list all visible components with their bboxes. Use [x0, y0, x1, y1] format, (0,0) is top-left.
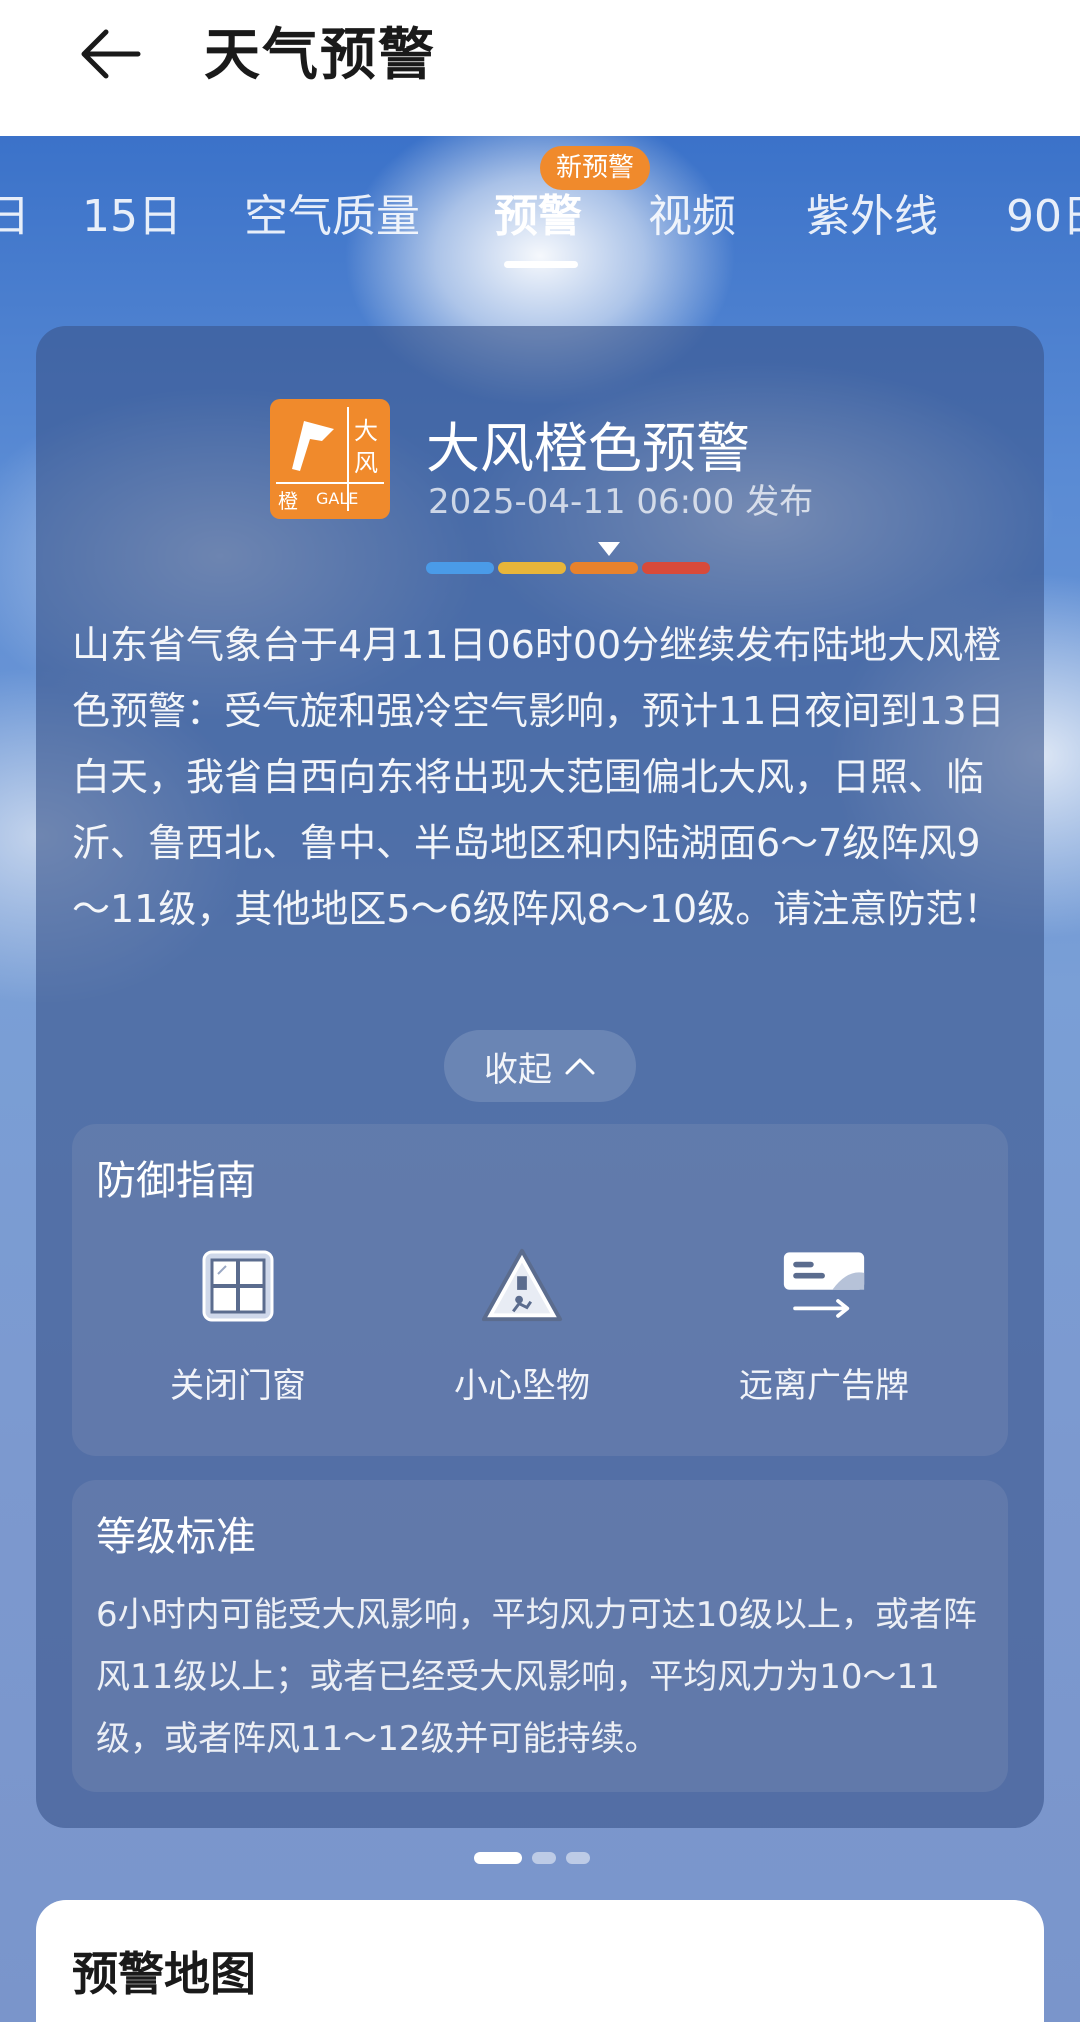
icon-char-feng: 风 [354, 449, 378, 477]
warning-description: 山东省气象台于4月11日06时00分继续发布陆地大风橙色预警：受气旋和强冷空气影… [72, 623, 1005, 931]
tab-15-day[interactable]: 15日 [82, 180, 182, 244]
tab-uv[interactable]: 紫外线 [806, 180, 938, 244]
icon-char-da: 大 [354, 417, 378, 445]
guide-label-falling-object: 小心坠物 [454, 1366, 590, 1406]
icon-char-cheng: 橙 [278, 489, 298, 513]
back-button[interactable] [70, 14, 150, 94]
page-title: 天气预警 [204, 23, 436, 88]
guide-label-close-window: 关闭门窗 [170, 1366, 306, 1406]
guide-item-close-window[interactable]: 关闭门窗 [118, 1244, 358, 1407]
pager-dots [474, 1852, 590, 1864]
close-window-icon [196, 1244, 280, 1328]
active-tab-indicator [504, 261, 578, 268]
chevron-up-icon [565, 1058, 595, 1075]
falling-object-icon [480, 1244, 564, 1328]
level-orange [570, 562, 638, 574]
tab-day[interactable]: 日 [0, 180, 30, 244]
icon-gale-text: GALE [316, 489, 359, 508]
warning-title: 大风橙色预警 [426, 417, 750, 480]
warning-level-bar [426, 562, 710, 574]
tab-video[interactable]: 视频 [648, 180, 736, 244]
collapse-label: 收起 [484, 1049, 552, 1090]
level-standard-text: 6小时内可能受大风影响，平均风力可达10级以上，或者阵风11级以上；或者已经受大… [96, 1595, 977, 1759]
tab-air-quality[interactable]: 空气质量 [244, 180, 420, 244]
tab-90-day[interactable]: 90日 [1006, 180, 1080, 244]
level-yellow [498, 562, 566, 574]
warning-publish-time: 2025-04-11 06:00 发布 [428, 482, 814, 522]
gale-orange-warning-icon: 大 风 橙 GALE [270, 399, 390, 519]
guide-item-billboard[interactable]: 远离广告牌 [704, 1244, 944, 1407]
guide-label-billboard: 远离广告牌 [739, 1366, 909, 1406]
level-marker-icon [598, 542, 620, 556]
arrow-left-icon [81, 29, 141, 79]
level-standard-title: 等级标准 [96, 1514, 256, 1560]
level-blue [426, 562, 494, 574]
billboard-icon [782, 1244, 866, 1328]
pager-dot[interactable] [474, 1852, 522, 1864]
collapse-button[interactable]: 收起 [444, 1030, 636, 1102]
defense-guide-title: 防御指南 [96, 1158, 256, 1204]
warning-map-card: 预警地图 [36, 1900, 1044, 2022]
guide-item-falling-object[interactable]: 小心坠物 [402, 1244, 642, 1407]
new-warning-badge: 新预警 [540, 146, 651, 190]
pager-dot[interactable] [532, 1852, 556, 1864]
pager-dot[interactable] [566, 1852, 590, 1864]
top-bar: 天气预警 [0, 0, 1080, 136]
warning-map-title: 预警地图 [72, 1947, 256, 2001]
level-red [642, 562, 710, 574]
